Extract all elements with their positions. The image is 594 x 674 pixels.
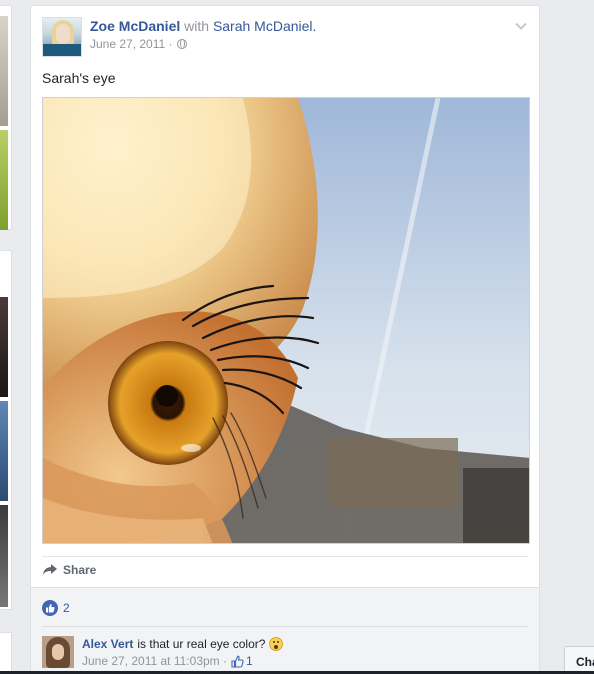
left-card [0, 632, 12, 674]
likes-summary[interactable]: 2 [42, 600, 70, 616]
globe-icon[interactable] [176, 39, 187, 49]
commenter-name-link[interactable]: Alex Vert [82, 636, 133, 652]
chat-tab[interactable]: Chat [564, 646, 594, 674]
comment-item: Alex Vert is that ur real eye color? Jun… [42, 636, 528, 672]
commenter-avatar[interactable] [42, 636, 74, 668]
author-name-link[interactable]: Zoe McDaniel [90, 18, 180, 34]
left-thumbnail[interactable] [0, 505, 8, 607]
share-button[interactable]: Share [42, 563, 96, 577]
left-thumbnail[interactable] [0, 401, 8, 501]
post-meta: June 27, 2011 · [90, 37, 498, 51]
comment-body: Alex Vert is that ur real eye color? Jun… [82, 636, 528, 668]
post-date-link[interactable]: June 27, 2011 · [90, 37, 173, 51]
comment-like-count[interactable]: 1 [246, 654, 253, 668]
thumbs-up-outline-icon[interactable] [231, 655, 244, 668]
feed-post: Zoe McDaniel with Sarah McDaniel. June 2… [30, 5, 540, 674]
post-photo[interactable] [42, 97, 530, 544]
comment-meta: June 27, 2011 at 11:03pm · 1 [82, 654, 528, 668]
with-label: with [184, 18, 210, 34]
comments-divider [42, 626, 528, 627]
author-line: Zoe McDaniel with Sarah McDaniel. [90, 17, 498, 35]
author-avatar[interactable] [42, 17, 82, 57]
comment-line: Alex Vert is that ur real eye color? [82, 636, 528, 652]
left-thumbnail[interactable] [0, 16, 8, 126]
comment-timestamp-link[interactable]: June 27, 2011 at 11:03pm · [82, 654, 227, 668]
left-thumbnail[interactable] [0, 297, 8, 397]
comments-section: 2 Alex Vert is that ur real eye color? J… [31, 587, 539, 674]
left-column-edge [0, 0, 12, 674]
post-action-bar: Share [42, 556, 528, 586]
left-card [0, 5, 12, 230]
share-label: Share [63, 563, 97, 577]
share-arrow-icon [43, 564, 57, 575]
post-header: Zoe McDaniel with Sarah McDaniel. June 2… [42, 17, 528, 61]
thumbs-up-icon [42, 600, 58, 616]
post-caption: Sarah's eye [42, 70, 116, 86]
left-thumbnail[interactable] [0, 130, 8, 230]
left-card [0, 250, 12, 610]
comment-text: is that ur real eye color? [137, 637, 266, 651]
photo-eye-closeup-icon [43, 98, 529, 543]
tagged-user-link[interactable]: Sarah McDaniel. [213, 18, 317, 34]
chevron-down-icon[interactable] [514, 19, 528, 33]
post-header-text: Zoe McDaniel with Sarah McDaniel. June 2… [90, 17, 498, 51]
surprised-emoji-icon [269, 637, 284, 651]
likes-count[interactable]: 2 [63, 601, 70, 615]
chat-label: Chat [576, 655, 594, 669]
